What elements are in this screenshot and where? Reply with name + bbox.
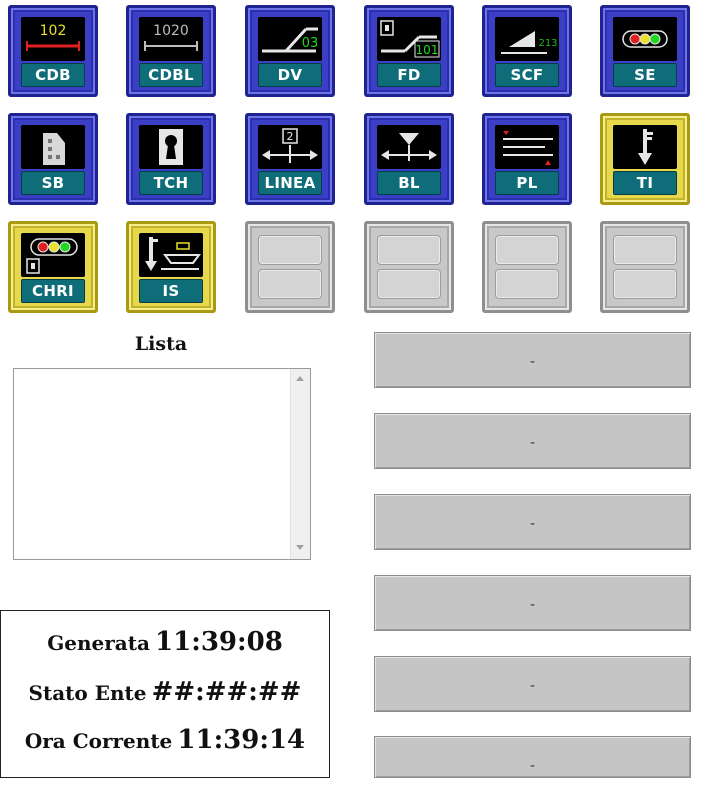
level-crossing-icon <box>495 125 559 169</box>
tile-dv[interactable]: 03 DV <box>245 5 335 97</box>
line-direction-icon: 2 <box>258 125 322 169</box>
tile-label: BL <box>377 171 441 195</box>
action-button-5[interactable]: - <box>374 656 691 712</box>
tile-chri[interactable]: CHRI <box>8 221 98 313</box>
tile-label: TCH <box>139 171 203 195</box>
scroll-up-icon[interactable] <box>296 376 304 381</box>
tile-scf[interactable]: 213 SCF <box>482 5 572 97</box>
tile-label: DV <box>258 63 322 87</box>
tile-label: IS <box>139 279 203 303</box>
cdbl-screen-number: 1020 <box>153 23 189 39</box>
tile-label: CHRI <box>21 279 85 303</box>
tile-label: CDB <box>21 63 85 87</box>
tile-label: LINEA <box>258 171 322 195</box>
empty-panel-top <box>613 235 677 265</box>
empty-panel-bottom <box>495 269 559 299</box>
tile-bl[interactable]: BL <box>364 113 454 205</box>
tile-pl[interactable]: PL <box>482 113 572 205</box>
block-arrows-icon <box>377 125 441 169</box>
tile-cdbl[interactable]: 1020 CDBL <box>126 5 216 97</box>
tile-empty[interactable] <box>600 221 690 313</box>
action-button-4[interactable]: - <box>374 575 691 631</box>
signal-with-lock-icon <box>21 233 85 277</box>
current-time-line: Ora Corrente 11:39:14 <box>1 725 329 755</box>
switch-deviator-icon: 03 <box>258 17 322 61</box>
empty-panel-bottom <box>258 269 322 299</box>
tile-label: TI <box>613 171 677 195</box>
state-label: Stato Ente <box>28 681 147 705</box>
current-time-value: 11:39:14 <box>177 725 306 755</box>
tile-label: CDBL <box>139 63 203 87</box>
keyhole-icon <box>139 125 203 169</box>
tile-cdb[interactable]: 102 CDB <box>8 5 98 97</box>
scroll-down-icon[interactable] <box>296 545 304 550</box>
action-button-2[interactable]: - <box>374 413 691 469</box>
list-title: Lista <box>134 333 188 355</box>
generated-label: Generata <box>47 631 150 655</box>
empty-panel-bottom <box>613 269 677 299</box>
generated-line: Generata 11:39:08 <box>1 627 329 657</box>
empty-panel-bottom <box>377 269 441 299</box>
switch-lock-icon: 101 <box>377 17 441 61</box>
tile-linea[interactable]: 2 LINEA <box>245 113 335 205</box>
tile-label: SE <box>613 63 677 87</box>
status-panel: Generata 11:39:08 Stato Ente ##:##:## Or… <box>0 610 330 778</box>
current-time-label: Ora Corrente <box>24 729 173 753</box>
key-down-icon <box>613 125 677 169</box>
signal-box-icon <box>21 125 85 169</box>
state-value: ##:##:## <box>151 677 302 707</box>
fd-screen-number: 101 <box>416 43 439 57</box>
track-circuit-icon: 102 <box>21 17 85 61</box>
tile-tch[interactable]: TCH <box>126 113 216 205</box>
dv-screen-number: 03 <box>302 36 319 51</box>
traffic-signal-icon <box>613 17 677 61</box>
tile-fd[interactable]: 101 FD <box>364 5 454 97</box>
tile-label: SB <box>21 171 85 195</box>
action-button-3[interactable]: - <box>374 494 691 550</box>
tile-empty[interactable] <box>482 221 572 313</box>
action-button-6[interactable]: - <box>374 736 691 778</box>
track-circuit-long-icon: 1020 <box>139 17 203 61</box>
scf-ramp-icon: 213 <box>495 17 559 61</box>
list-scrollbar[interactable] <box>290 369 310 559</box>
cdb-screen-number: 102 <box>40 23 67 39</box>
tile-empty[interactable] <box>364 221 454 313</box>
empty-panel-top <box>377 235 441 265</box>
tile-sb[interactable]: SB <box>8 113 98 205</box>
tile-empty[interactable] <box>245 221 335 313</box>
tile-is[interactable]: IS <box>126 221 216 313</box>
tile-ti[interactable]: TI <box>600 113 690 205</box>
tile-label: SCF <box>495 63 559 87</box>
tile-label: PL <box>495 171 559 195</box>
tile-se[interactable]: SE <box>600 5 690 97</box>
tile-label: FD <box>377 63 441 87</box>
empty-panel-top <box>258 235 322 265</box>
generated-value: 11:39:08 <box>155 627 283 657</box>
scf-screen-number: 213 <box>538 38 557 49</box>
state-line: Stato Ente ##:##:## <box>1 677 329 707</box>
action-button-1[interactable]: - <box>374 332 691 388</box>
key-with-ramp-icon <box>139 233 203 277</box>
empty-panel-top <box>495 235 559 265</box>
linea-screen-number: 2 <box>287 130 294 143</box>
list-box[interactable] <box>13 368 311 560</box>
